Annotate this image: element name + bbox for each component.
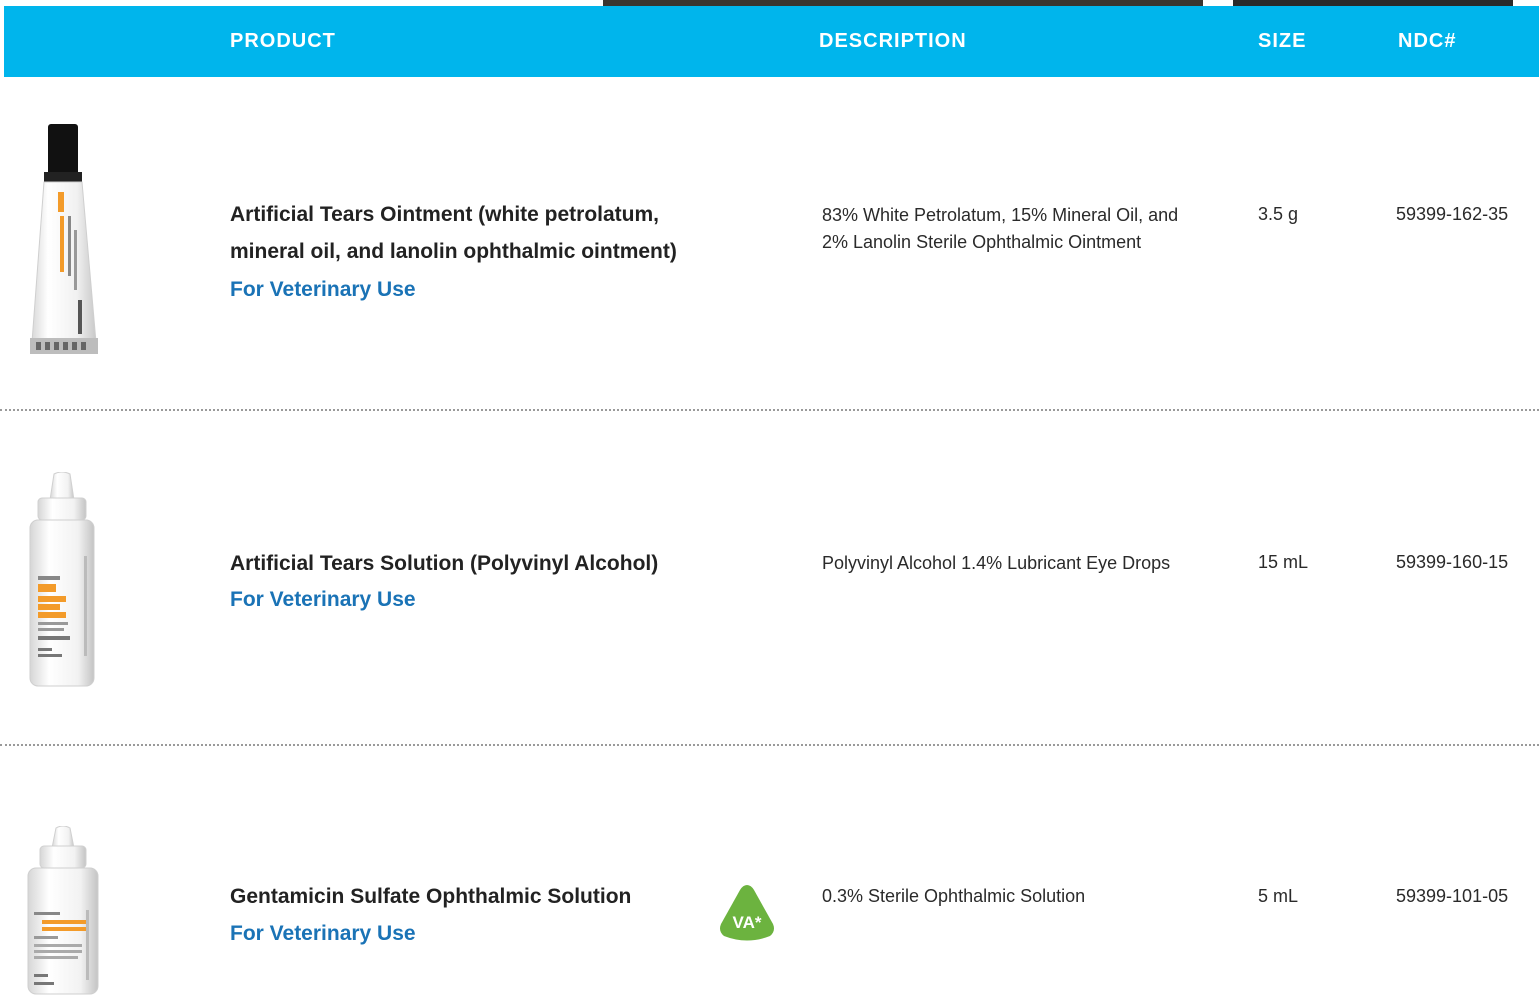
veterinary-use-label: For Veterinary Use bbox=[230, 922, 416, 945]
column-header-product: PRODUCT bbox=[230, 30, 336, 52]
solution-bottle-image bbox=[29, 472, 95, 687]
gentamicin-bottle-image bbox=[27, 826, 99, 995]
product-ndc: 59399-162-35 bbox=[1396, 204, 1509, 224]
product-ndc: 59399-160-15 bbox=[1396, 552, 1509, 572]
product-size: 3.5 g bbox=[1258, 204, 1299, 224]
column-header-size: SIZE bbox=[1258, 30, 1307, 52]
product-name: Artificial Tears Solution (Polyvinyl Alc… bbox=[230, 552, 659, 575]
column-header-ndc: NDC# bbox=[1398, 30, 1457, 52]
product-name: Artificial Tears Ointment (white petrola… bbox=[230, 203, 677, 263]
product-ndc: 59399-101-05 bbox=[1396, 886, 1509, 906]
veterinary-use-label: For Veterinary Use bbox=[230, 278, 416, 301]
product-description: 0.3% Sterile Ophthalmic Solution bbox=[822, 886, 1086, 906]
product-description: 83% White Petrolatum, 15% Mineral Oil, a… bbox=[822, 205, 1179, 252]
row-divider bbox=[0, 409, 1539, 411]
va-badge-label: VA* bbox=[733, 913, 762, 932]
veterinary-use-label: For Veterinary Use bbox=[230, 588, 416, 611]
product-name: Gentamicin Sulfate Ophthalmic Solution bbox=[230, 885, 632, 908]
va-badge: VA* bbox=[720, 885, 774, 941]
product-size: 15 mL bbox=[1258, 552, 1309, 572]
table-header: PRODUCT DESCRIPTION SIZE NDC# bbox=[4, 6, 1539, 77]
product-description: Polyvinyl Alcohol 1.4% Lubricant Eye Dro… bbox=[822, 553, 1171, 573]
column-header-description: DESCRIPTION bbox=[819, 30, 967, 52]
row-divider bbox=[0, 744, 1539, 746]
ointment-tube-image bbox=[30, 124, 98, 354]
product-size: 5 mL bbox=[1258, 886, 1299, 906]
